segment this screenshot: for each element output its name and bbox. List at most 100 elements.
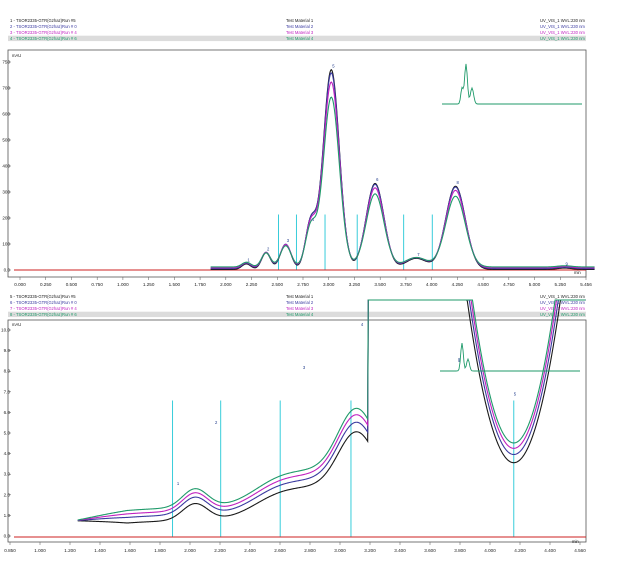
- bottom-peak-labels: 1 2 3 4 5: [177, 322, 517, 486]
- legend-run: 2 - TSOR2335-GTR(Gzhaz)Run # 0: [10, 24, 77, 29]
- legend-run: 3 - TSOR2335-GTR(Gzhaz)Run # 4: [10, 30, 77, 35]
- legend-run: 4 - TSOR2335-GTR(Gzhaz)Run # 6: [10, 36, 77, 41]
- series-line-2: [210, 72, 595, 270]
- legend-signal: UV_VIS_1 WVL:230 nm: [540, 306, 585, 311]
- bottom-y-units: mAU: [12, 322, 21, 327]
- bottom-x-axis: 0.850 1.000 1.200 1.400 1.600 1.800 2.000 2.200…: [4, 542, 586, 553]
- legend-sample: Test Material 2: [286, 24, 314, 29]
- x-tick-label: 2.800: [304, 548, 316, 553]
- x-tick-label: 5.250: [555, 282, 567, 287]
- x-tick-label: 0.850: [4, 548, 16, 553]
- x-tick-label: 4.560: [574, 548, 586, 553]
- x-tick-label: 4.000: [426, 282, 438, 287]
- x-tick-label: 3.000: [334, 548, 346, 553]
- series-line-4: [210, 96, 595, 268]
- bottom-series-group: [77, 299, 586, 524]
- x-tick-label: 1.000: [34, 548, 46, 553]
- top-inset-overview: [442, 63, 582, 105]
- series-line-3: [210, 81, 595, 269]
- series-line-1: [77, 299, 586, 524]
- x-tick-label: 0.250: [40, 282, 52, 287]
- peak-label: 7: [417, 252, 420, 257]
- x-tick-label: 2.600: [274, 548, 286, 553]
- top-y-axis: 0.0100200300400500600700750: [2, 60, 11, 273]
- x-tick-label: 2.200: [214, 548, 226, 553]
- peak-label: 3: [287, 238, 290, 243]
- series-line-3: [77, 299, 586, 521]
- top-y-units: mAU: [12, 53, 21, 58]
- legend-run: 7 - TSOR2335-GTR(Gzhaz)Run # 4: [10, 306, 77, 311]
- peak-label: 2: [267, 246, 270, 251]
- top-x-axis: 0.000 0.250 0.500 0.750 1.000 1.250 1.500 1.750…: [14, 277, 592, 287]
- x-tick-label: 2.400: [244, 548, 256, 553]
- legend-run: 1 - TSOR2335-GTR(Gzhaz)Run #5: [10, 18, 76, 23]
- legend-signal: UV_VIS_1 WVL:230 nm: [540, 312, 585, 317]
- legend-signal: UV_VIS_1 WVL:230 nm: [540, 294, 585, 299]
- x-tick-label: 3.750: [400, 282, 412, 287]
- x-tick-label: 2.000: [184, 548, 196, 553]
- x-tick-label: 3.800: [454, 548, 466, 553]
- x-tick-label: 4.400: [544, 548, 556, 553]
- bottom-chromatogram-panel: 5 - TSOR2335-GTR(Gzhaz)Run #5 Test Materi…: [1, 294, 587, 553]
- x-tick-label: 1.600: [124, 548, 136, 553]
- legend-signal: UV_VIS_1 WVL:230 nm: [540, 300, 585, 305]
- top-x-units: min: [574, 270, 581, 275]
- x-tick-label: 2.750: [297, 282, 309, 287]
- peak-label: 8: [457, 180, 460, 185]
- x-tick-label: 5.456: [580, 282, 592, 287]
- x-tick-label: 3.000: [323, 282, 335, 287]
- inset-trace: [440, 342, 580, 372]
- legend-signal: UV_VIS_1 WVL:230 nm: [540, 36, 585, 41]
- x-tick-label: 1.200: [64, 548, 76, 553]
- legend-sample: Test Material 1: [286, 18, 314, 23]
- x-tick-label: 3.400: [394, 548, 406, 553]
- x-tick-label: 1.250: [143, 282, 155, 287]
- x-tick-label: 2.250: [246, 282, 258, 287]
- x-tick-label: 2.000: [220, 282, 232, 287]
- bottom-x-units: min: [572, 539, 579, 544]
- series-line-4: [77, 299, 586, 521]
- top-legend: 1 - TSOR2335-GTR(Gzhaz)Run #5 Test Materi…: [8, 18, 586, 42]
- legend-sample: Test Material 3: [286, 306, 314, 311]
- x-tick-label: 3.500: [374, 282, 386, 287]
- legend-sample: Test Material 1: [286, 294, 314, 299]
- top-chromatogram-panel: 1 - TSOR2335-GTR(Gzhaz)Run #5 Test Materi…: [2, 18, 595, 287]
- x-tick-label: 0.500: [66, 282, 78, 287]
- x-tick-label: 1.500: [169, 282, 181, 287]
- bottom-inset-overview: [440, 342, 580, 372]
- x-tick-label: 1.750: [194, 282, 206, 287]
- peak-label: 5: [332, 63, 335, 68]
- chromatogram-overlay: 1 - TSOR2335-GTR(Gzhaz)Run #5 Test Materi…: [1, 18, 595, 553]
- peak-label: 6: [376, 177, 379, 182]
- legend-signal: UV_VIS_1 WVL:230 nm: [540, 24, 585, 29]
- x-tick-label: 4.250: [452, 282, 464, 287]
- x-tick-label: 3.600: [424, 548, 436, 553]
- x-tick-label: 4.500: [477, 282, 489, 287]
- x-tick-label: 0.750: [91, 282, 103, 287]
- x-tick-label: 0.000: [14, 282, 26, 287]
- x-tick-label: 4.200: [514, 548, 526, 553]
- x-tick-label: 3.250: [349, 282, 361, 287]
- x-tick-label: 1.000: [117, 282, 129, 287]
- legend-sample: Test Material 4: [286, 312, 314, 317]
- top-peak-markers: [278, 214, 433, 270]
- x-tick-label: 1.800: [154, 548, 166, 553]
- peak-label: 1: [177, 481, 180, 486]
- legend-signal: UV_VIS_1 WVL:230 nm: [540, 18, 585, 23]
- legend-run: 8 - TSOR2335-GTR(Gzhaz)Run # 6: [10, 312, 77, 317]
- legend-sample: Test Material 3: [286, 30, 314, 35]
- top-series-group: [210, 69, 595, 270]
- x-tick-label: 4.000: [484, 548, 496, 553]
- x-tick-label: 2.500: [272, 282, 284, 287]
- legend-sample: Test Material 4: [286, 36, 314, 41]
- inset-trace: [442, 63, 582, 105]
- top-peak-labels: 123456789: [247, 63, 568, 266]
- x-tick-label: 4.750: [503, 282, 515, 287]
- legend-signal: UV_VIS_1 WVL:230 nm: [540, 30, 585, 35]
- bottom-y-axis: 0.01.02.03.04.05.06.07.08.09.010.0: [1, 328, 11, 539]
- x-tick-label: 5.000: [529, 282, 541, 287]
- bottom-legend: 5 - TSOR2335-GTR(Gzhaz)Run #5 Test Materi…: [8, 294, 586, 318]
- peak-label: 5: [514, 391, 517, 396]
- series-line-2: [77, 299, 586, 522]
- x-tick-label: 1.400: [94, 548, 106, 553]
